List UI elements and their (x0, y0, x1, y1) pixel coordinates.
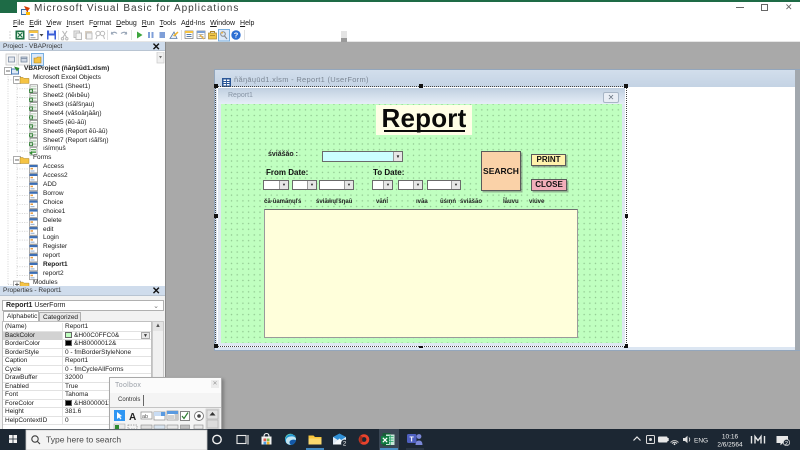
svg-text:Type here to search: Type here to search (46, 435, 121, 445)
svg-text:2: 2 (785, 441, 788, 447)
svg-text:ENG: ENG (694, 437, 708, 444)
svg-text:ab: ab (142, 414, 148, 420)
svg-text:A: A (129, 412, 136, 423)
svg-text:T: T (410, 436, 415, 443)
svg-text:?: ? (234, 31, 239, 40)
svg-text:10:16: 10:16 (722, 434, 739, 441)
svg-text:2/6/2564: 2/6/2564 (717, 442, 743, 449)
